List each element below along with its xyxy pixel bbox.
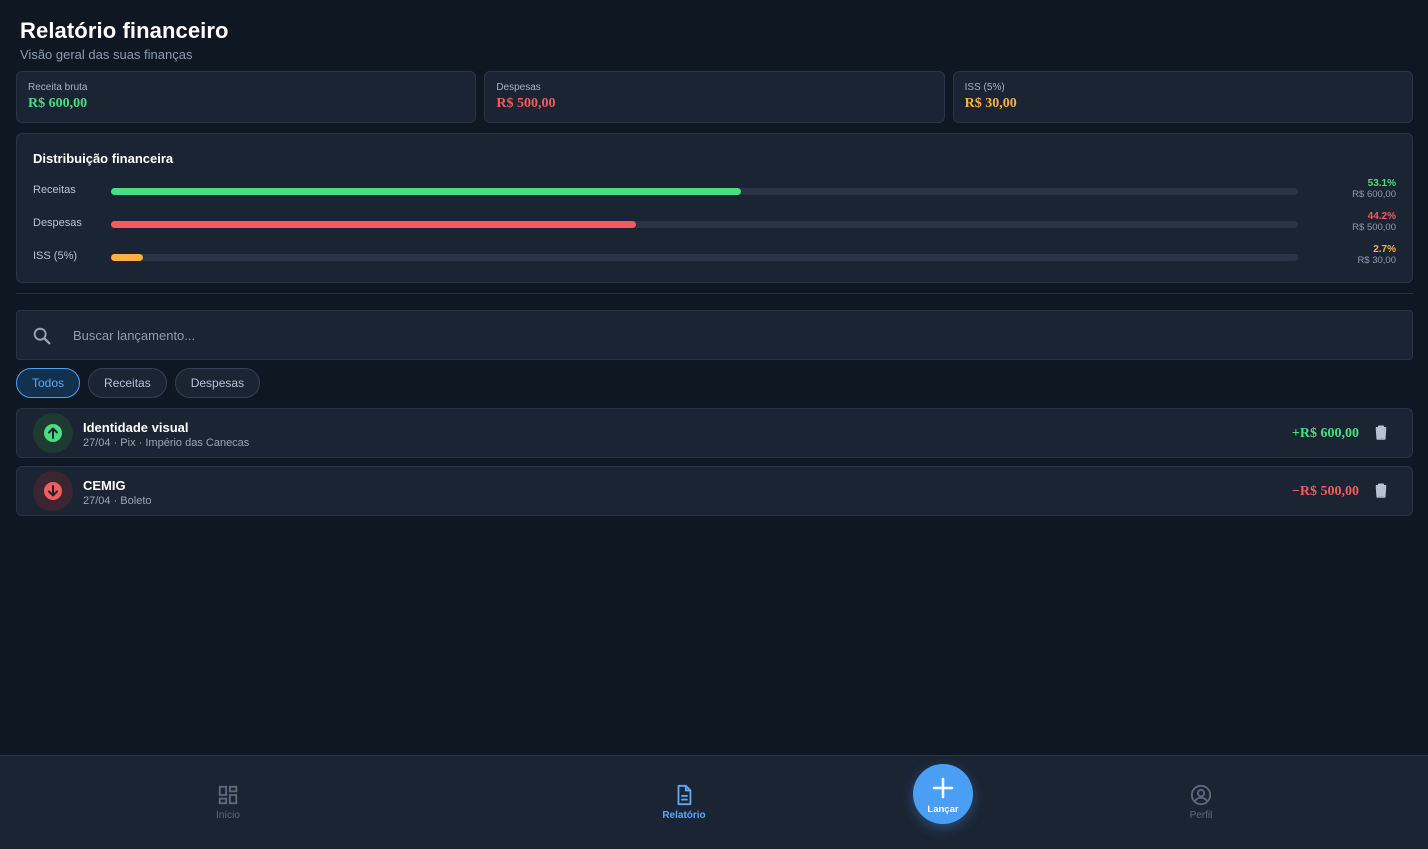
- summary-card-value: R$ 500,00: [496, 96, 556, 111]
- summary-card-expenses: Despesas R$ 500,00: [484, 71, 945, 123]
- filter-chip-todos[interactable]: Todos: [16, 368, 81, 398]
- progress-fill: [111, 254, 144, 261]
- nav-label: Perfil: [1189, 810, 1213, 821]
- transaction-amount: +R$ 600,00: [1291, 426, 1359, 441]
- distribution-label: Despesas: [33, 217, 82, 229]
- nav-item-perfil[interactable]: Perfil: [1151, 784, 1251, 821]
- nav-label: Início: [216, 810, 240, 821]
- distribution-amount: R$ 600,00: [1352, 189, 1396, 200]
- user-circle-icon: [1190, 784, 1212, 806]
- section-divider: [16, 293, 1413, 294]
- distribution-title: Distribuição financeira: [33, 151, 174, 166]
- summary-card-label: Despesas: [496, 82, 541, 93]
- page-header: Relatório financeiro Visão geral das sua…: [20, 18, 229, 62]
- page-subtitle: Visão geral das suas finanças: [20, 47, 193, 62]
- page-title: Relatório financeiro: [20, 18, 229, 43]
- search-icon: [31, 325, 53, 347]
- filter-chip-despesas[interactable]: Despesas: [174, 368, 261, 398]
- transaction-title: CEMIG: [83, 478, 126, 493]
- document-icon: [677, 784, 692, 806]
- distribution-row-receitas: Receitas 53.1% R$ 600,00: [17, 178, 1412, 206]
- summary-cards: Receita bruta R$ 600,00 Despesas R$ 500,…: [16, 71, 1413, 123]
- summary-card-value: R$ 30,00: [964, 96, 1017, 111]
- transaction-meta: 27/04 · Pix · Império das Canecas: [83, 437, 250, 449]
- search-input[interactable]: [73, 311, 1373, 359]
- distribution-amount: R$ 30,00: [1357, 255, 1396, 266]
- transaction-meta: 27/04 · Boleto: [83, 495, 152, 507]
- progress-fill: [111, 188, 742, 195]
- arrow-up-icon: [33, 413, 73, 453]
- transaction-title: Identidade visual: [83, 420, 189, 435]
- transaction-amount: −R$ 500,00: [1291, 484, 1359, 499]
- progress-track: [111, 221, 1298, 228]
- filter-chip-receitas[interactable]: Receitas: [88, 368, 167, 398]
- progress-track: [111, 254, 1298, 261]
- transaction-item[interactable]: Identidade visual 27/04 · Pix · Império …: [16, 408, 1413, 458]
- arrow-down-icon: [33, 471, 73, 511]
- distribution-label: Receitas: [33, 184, 76, 196]
- progress-track: [111, 188, 1298, 195]
- fab-label: Lançar: [927, 804, 959, 815]
- distribution-row-despesas: Despesas 44.2% R$ 500,00: [17, 211, 1412, 239]
- trash-icon[interactable]: [1372, 424, 1390, 442]
- distribution-label: ISS (5%): [33, 250, 78, 262]
- plus-icon: [932, 777, 954, 799]
- bottom-nav: Início Relatório Perfil: [0, 755, 1428, 849]
- add-entry-button[interactable]: Lançar: [913, 764, 973, 824]
- distribution-percent: 2.7%: [1373, 244, 1396, 255]
- progress-fill: [111, 221, 636, 228]
- summary-card-label: ISS (5%): [964, 82, 1005, 93]
- distribution-row-iss: ISS (5%) 2.7% R$ 30,00: [17, 244, 1412, 272]
- distribution-panel: Distribuição financeira Receitas 53.1% R…: [16, 133, 1413, 283]
- search-bar[interactable]: [16, 310, 1413, 360]
- summary-card-label: Receita bruta: [28, 82, 88, 93]
- filter-chips: Todos Receitas Despesas: [16, 368, 261, 398]
- distribution-amount: R$ 500,00: [1352, 222, 1396, 233]
- summary-card-revenue: Receita bruta R$ 600,00: [16, 71, 477, 123]
- trash-icon[interactable]: [1372, 482, 1390, 500]
- summary-card-iss: ISS (5%) R$ 30,00: [952, 71, 1413, 123]
- distribution-percent: 53.1%: [1367, 178, 1396, 189]
- nav-item-relatorio[interactable]: Relatório: [634, 784, 734, 821]
- distribution-percent: 44.2%: [1367, 211, 1396, 222]
- nav-item-inicio[interactable]: Início: [178, 784, 278, 821]
- transaction-item[interactable]: CEMIG 27/04 · Boleto −R$ 500,00: [16, 466, 1413, 516]
- dashboard-icon: [218, 785, 238, 805]
- summary-card-value: R$ 600,00: [28, 96, 88, 111]
- nav-label: Relatório: [662, 810, 706, 821]
